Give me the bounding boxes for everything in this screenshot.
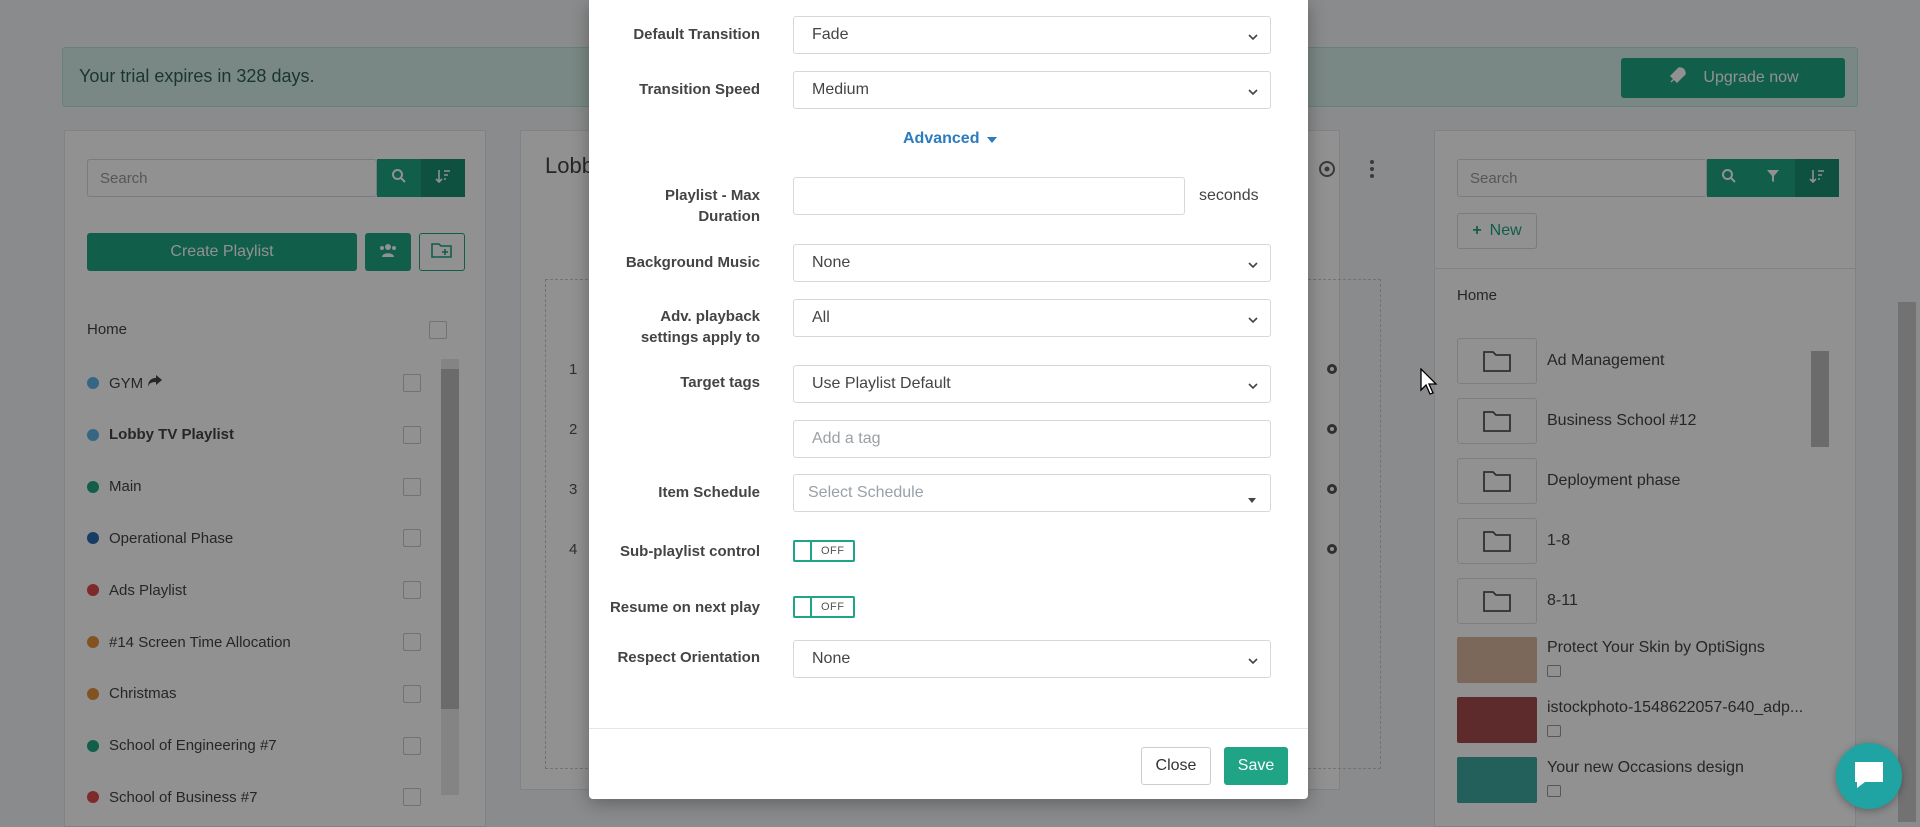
respect-orientation-value: None [812,650,851,667]
respect-orientation-select[interactable]: None [793,640,1271,678]
default-transition-value: Fade [812,26,849,43]
adv-playback-select[interactable]: All [793,299,1271,337]
adv-playback-value: All [812,309,830,326]
respect-orientation-label: Respect Orientation [617,649,760,666]
target-tags-select[interactable]: Use Playlist Default [793,365,1271,403]
advanced-label: Advanced [903,130,980,147]
default-transition-label: Default Transition [633,26,760,43]
adv-playback-label: Adv. playback settings apply to [640,308,760,346]
chevron-down-icon [1248,84,1258,96]
resume-label: Resume on next play [609,599,760,616]
toggle-knob [795,542,812,560]
advanced-toggle[interactable]: Advanced [903,130,998,148]
item-schedule-placeholder: Select Schedule [808,484,924,501]
max-duration-input[interactable] [793,177,1185,215]
chat-icon [1851,758,1887,794]
chevron-down-icon [1248,378,1258,390]
chevron-down-icon [1248,257,1258,269]
transition-speed-label: Transition Speed [639,81,760,98]
close-button[interactable]: Close [1141,747,1211,785]
add-tag-placeholder: Add a tag [812,430,881,447]
save-button[interactable]: Save [1224,747,1288,785]
sub-playlist-toggle[interactable]: OFF [793,540,855,562]
caret-down-icon [987,130,998,148]
item-schedule-select[interactable]: Select Schedule [793,474,1271,512]
sub-playlist-label: Sub-playlist control [619,543,760,560]
modal-footer: Close Save [589,728,1308,799]
sub-playlist-state: OFF [821,545,845,557]
target-tags-value: Use Playlist Default [812,375,951,392]
max-duration-label: Playlist - Max Duration [664,187,760,225]
add-tag-input[interactable]: Add a tag [793,420,1271,458]
background-music-select[interactable]: None [793,244,1271,282]
playlist-item-settings-modal: Default Transition Fade Transition Speed… [589,0,1308,799]
caret-down-icon [1248,490,1258,503]
transition-speed-value: Medium [812,81,869,98]
resume-toggle[interactable]: OFF [793,596,855,618]
target-tags-label: Target tags [680,374,760,391]
chevron-down-icon [1248,29,1258,41]
toggle-knob [795,598,812,616]
chevron-down-icon [1248,653,1258,665]
background-music-value: None [812,254,851,271]
seconds-unit: seconds [1199,187,1259,204]
chat-support-button[interactable] [1836,743,1902,809]
mouse-cursor-icon [1420,367,1440,400]
resume-state: OFF [821,601,845,613]
default-transition-select[interactable]: Fade [793,16,1271,54]
item-schedule-label: Item Schedule [658,484,760,501]
transition-speed-select[interactable]: Medium [793,71,1271,109]
chevron-down-icon [1248,312,1258,324]
background-music-label: Background Music [625,254,760,271]
